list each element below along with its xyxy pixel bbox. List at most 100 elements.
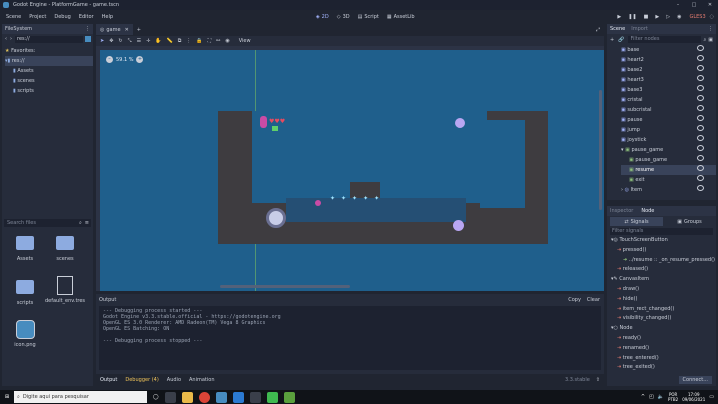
volume-icon[interactable]: 🔈: [658, 394, 664, 400]
remote-debug-icon[interactable]: ◉: [677, 14, 681, 20]
visibility-eye-icon[interactable]: [697, 65, 704, 71]
scene-node-base2[interactable]: ▣ base2: [621, 65, 716, 75]
scene-node-item[interactable]: › ◎ Item: [621, 185, 716, 195]
folder-assets-item[interactable]: ▮ Assets: [5, 66, 93, 76]
lock-icon[interactable]: 🔒: [196, 38, 202, 44]
visibility-eye-icon[interactable]: [697, 135, 704, 141]
dock-menu-icon[interactable]: ⋮: [85, 26, 90, 32]
zoom-level[interactable]: 59.1 %: [116, 57, 133, 63]
signal-item[interactable]: ⇥ released(): [611, 265, 716, 275]
visibility-eye-icon[interactable]: [697, 175, 704, 181]
bone-icon[interactable]: ⚯: [216, 38, 220, 44]
menu-project[interactable]: Project: [29, 14, 46, 20]
snap-toggle-icon[interactable]: ⧉: [178, 38, 182, 44]
scene-node-subcristal[interactable]: ▣ subcristal: [621, 105, 716, 115]
task-view-icon[interactable]: ◯: [153, 394, 159, 400]
expand-panel-icon[interactable]: ⇧: [596, 377, 600, 383]
view-menu[interactable]: View: [239, 38, 251, 44]
tab-node[interactable]: Node: [641, 208, 654, 214]
godot-taskbar-icon[interactable]: [215, 391, 227, 403]
close-tab-icon[interactable]: ✕: [125, 27, 129, 33]
signal-item[interactable]: ⇥ draw(): [611, 285, 716, 295]
list-select-icon[interactable]: ☰: [137, 38, 141, 44]
scene-node-base3[interactable]: ▣ base3: [621, 85, 716, 95]
scene-node-cristal[interactable]: ▣ cristal: [621, 95, 716, 105]
signal-class-header[interactable]: ▾○ Node: [611, 324, 716, 334]
visibility-eye-icon[interactable]: [697, 155, 704, 161]
play-button[interactable]: ▶: [617, 14, 621, 20]
tab-debugger[interactable]: Debugger (4): [125, 377, 158, 383]
menu-scene[interactable]: Scene: [6, 14, 21, 20]
folder-scenes-item[interactable]: ▮ scenes: [5, 76, 93, 86]
scene-node-heart2[interactable]: ▣ heart2: [621, 55, 716, 65]
tray-chevron-icon[interactable]: ^: [641, 394, 645, 400]
connect-button[interactable]: Connect...: [678, 376, 712, 384]
tab-inspector[interactable]: Inspector: [610, 208, 633, 214]
vscode-icon[interactable]: [232, 391, 244, 403]
pause-button-sprite[interactable]: [455, 118, 465, 128]
signal-item[interactable]: ⇥ ready(): [611, 334, 716, 344]
signal-class-header[interactable]: ▾✎ CanvasItem: [611, 275, 716, 285]
windows-start-icon[interactable]: ⊞: [0, 394, 14, 400]
scene-node-joystick[interactable]: ▣ joystick: [621, 135, 716, 145]
folder-scripts-item[interactable]: ▮ scripts: [5, 86, 93, 96]
scene-node-resume[interactable]: ▣ resume: [621, 165, 716, 175]
pan-tool-icon[interactable]: ✋: [155, 38, 161, 44]
workspace-assetlib[interactable]: ▦ AssetLib: [387, 14, 415, 20]
maximize-button[interactable]: □: [686, 2, 702, 8]
forward-arrow-icon[interactable]: ›: [10, 36, 12, 42]
visibility-eye-icon[interactable]: [697, 45, 704, 51]
file-explorer-icon[interactable]: [181, 391, 193, 403]
signal-item[interactable]: ⇥ tree_exited(): [611, 363, 716, 373]
visibility-eye-icon[interactable]: [697, 185, 704, 191]
zoom-in-button[interactable]: +: [136, 56, 144, 63]
signal-filter-input[interactable]: Filter signals: [610, 228, 713, 235]
horizontal-scrollbar[interactable]: [220, 285, 350, 288]
chrome-icon[interactable]: [198, 391, 210, 403]
minimize-button[interactable]: –: [670, 2, 686, 8]
signal-item[interactable]: ⇥ visibility_changed(): [611, 314, 716, 324]
pivot-tool-icon[interactable]: ✛: [146, 38, 150, 44]
group-icon[interactable]: ⛶: [208, 38, 212, 44]
stop-button[interactable]: ■: [644, 14, 649, 20]
visibility-eye-icon[interactable]: [697, 85, 704, 91]
scene-node-heart3[interactable]: ▣ heart3: [621, 75, 716, 85]
pause-button[interactable]: ❚❚: [628, 14, 636, 20]
task-view-app-icon[interactable]: [164, 391, 176, 403]
keyboard-layout[interactable]: PTB2: [668, 397, 678, 402]
file-grid-scenes[interactable]: scenes: [48, 236, 82, 276]
dock-menu-icon[interactable]: ⋮: [708, 26, 713, 32]
file-grid-default-env[interactable]: default_env.tres: [44, 276, 86, 324]
terminal-icon[interactable]: [249, 391, 261, 403]
player-sprite[interactable]: [260, 116, 267, 128]
signal-item[interactable]: ⇥ tree_entered(): [611, 354, 716, 364]
signal-connection[interactable]: ➜ ../resume :: _on_resume_pressed(): [611, 256, 716, 266]
tab-audio[interactable]: Audio: [167, 377, 181, 383]
signal-item[interactable]: ⇥ renamed(): [611, 344, 716, 354]
signals-tab[interactable]: ⇄ Signals: [610, 217, 663, 226]
move-tool-icon[interactable]: ✥: [109, 38, 113, 44]
renderer-select[interactable]: GLES3: [689, 14, 705, 20]
distraction-free-icon[interactable]: ⤢: [596, 27, 600, 33]
ruler-tool-icon[interactable]: 📏: [167, 38, 173, 44]
path-field[interactable]: res://: [15, 35, 83, 43]
scene-node-jump[interactable]: ▣ jump: [621, 125, 716, 135]
play-scene-button[interactable]: ▶: [655, 14, 659, 20]
scene-tab-game[interactable]: ◎ game ✕: [96, 24, 133, 35]
file-search-input[interactable]: Search files: [4, 220, 79, 226]
expand-arrow-icon[interactable]: ›: [621, 187, 623, 193]
visibility-eye-icon[interactable]: [697, 125, 704, 131]
scene-node-pause-game[interactable]: ▾ ▣ pause_game: [621, 145, 716, 155]
visibility-icon[interactable]: ◉: [225, 38, 229, 44]
expand-arrow-icon[interactable]: ▾: [621, 147, 624, 153]
visibility-eye-icon[interactable]: [697, 115, 704, 121]
minecraft-icon[interactable]: [283, 391, 295, 403]
snap-options-icon[interactable]: ⋮: [186, 38, 191, 44]
back-arrow-icon[interactable]: ‹: [5, 36, 7, 42]
tab-import[interactable]: Import: [631, 26, 648, 32]
scene-node-pause-game-child[interactable]: ▣ pause_game: [621, 155, 716, 165]
workspace-2d[interactable]: ◈ 2D: [316, 14, 329, 20]
scene-node-exit[interactable]: ▣ exit: [621, 175, 716, 185]
play-custom-button[interactable]: ▷: [666, 14, 670, 20]
taskbar-search[interactable]: ⌕ Digite aqui para pesquisar: [14, 391, 147, 403]
